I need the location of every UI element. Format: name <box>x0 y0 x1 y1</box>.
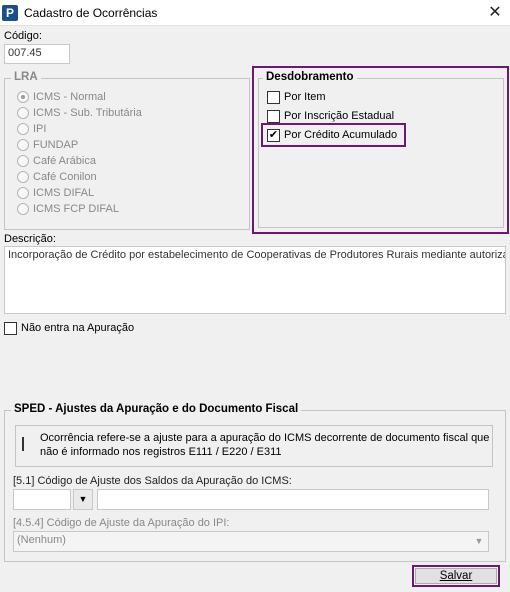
codigo-ajuste-input[interactable] <box>13 489 71 510</box>
lra-option-icms-difal[interactable]: ICMS DIFAL <box>17 185 94 201</box>
por-credito-highlight <box>261 123 406 147</box>
window-title: Cadastro de Ocorrências <box>24 6 158 20</box>
descricao-label: Descrição: <box>4 233 56 245</box>
codigo-label: Código: <box>4 30 42 42</box>
save-button[interactable]: Salvar <box>415 568 497 584</box>
checkbox-icon <box>4 321 17 335</box>
lra-option-fundap[interactable]: FUNDAP <box>17 137 78 153</box>
app-logo-icon: P <box>2 5 18 21</box>
lra-option-cafe-arabica[interactable]: Café Arábica <box>17 153 96 169</box>
ocorrencia-line2: não é informado nos registros E111 / E22… <box>40 446 282 458</box>
checkbox-icon <box>267 90 280 104</box>
lra-legend: LRA <box>11 71 41 83</box>
sped-group: SPED - Ajustes da Apuração e do Document… <box>4 403 506 562</box>
lra-option-cafe-conilon[interactable]: Café Conilon <box>17 169 97 185</box>
ocorrencia-box: Ocorrência refere-se a ajuste para a apu… <box>15 425 493 467</box>
ipi-select[interactable]: (Nenhum) <box>13 531 489 552</box>
descricao-field[interactable]: Incorporação de Crédito por estabelecime… <box>4 246 506 314</box>
radio-icon <box>17 203 29 215</box>
checkbox-icon <box>267 109 280 123</box>
radio-icon <box>17 123 29 135</box>
lra-group: LRA ICMS - Normal ICMS - Sub. Tributária… <box>4 71 250 230</box>
chevron-down-icon: ▼ <box>78 494 88 504</box>
radio-icon <box>17 139 29 151</box>
radio-icon <box>17 171 29 183</box>
codigo-ajuste-dropdown-button[interactable]: ▼ <box>73 489 93 510</box>
close-button[interactable]: ✕ <box>480 0 510 26</box>
chevron-down-icon: ▼ <box>474 536 484 546</box>
ocorrencia-line1: Ocorrência refere-se a ajuste para a apu… <box>40 432 490 444</box>
lra-option-icms-fcp-difal[interactable]: ICMS FCP DIFAL <box>17 201 119 217</box>
nao-entra-checkbox[interactable]: Não entra na Apuração <box>4 320 134 336</box>
title-bar: P Cadastro de Ocorrências ✕ <box>0 0 510 26</box>
por-item-checkbox[interactable]: Por Item <box>267 89 326 105</box>
ocorrencia-checkbox[interactable] <box>22 437 24 451</box>
sped-legend: SPED - Ajustes da Apuração e do Document… <box>11 403 302 415</box>
radio-icon <box>17 107 29 119</box>
codigo-field[interactable]: 007.45 <box>4 44 70 64</box>
lra-option-ipi[interactable]: IPI <box>17 121 46 137</box>
radio-icon <box>17 187 29 199</box>
codigo-ajuste-label: [5.1] Código de Ajuste dos Saldos da Apu… <box>13 475 292 487</box>
codigo-ajuste-description[interactable] <box>97 489 489 510</box>
radio-icon <box>17 155 29 167</box>
lra-option-icms-sub[interactable]: ICMS - Sub. Tributária <box>17 105 142 121</box>
por-inscricao-checkbox[interactable]: Por Inscrição Estadual <box>267 108 394 124</box>
save-button-label: Salvar <box>439 570 473 582</box>
desdobramento-group: Desdobramento Por Item Por Inscrição Est… <box>258 71 504 228</box>
desdobramento-legend: Desdobramento <box>263 71 357 83</box>
lra-option-icms-normal[interactable]: ICMS - Normal <box>17 89 106 105</box>
ipi-label: [4.5.4] Código de Ajuste da Apuração do … <box>13 517 230 529</box>
radio-icon <box>17 91 29 103</box>
